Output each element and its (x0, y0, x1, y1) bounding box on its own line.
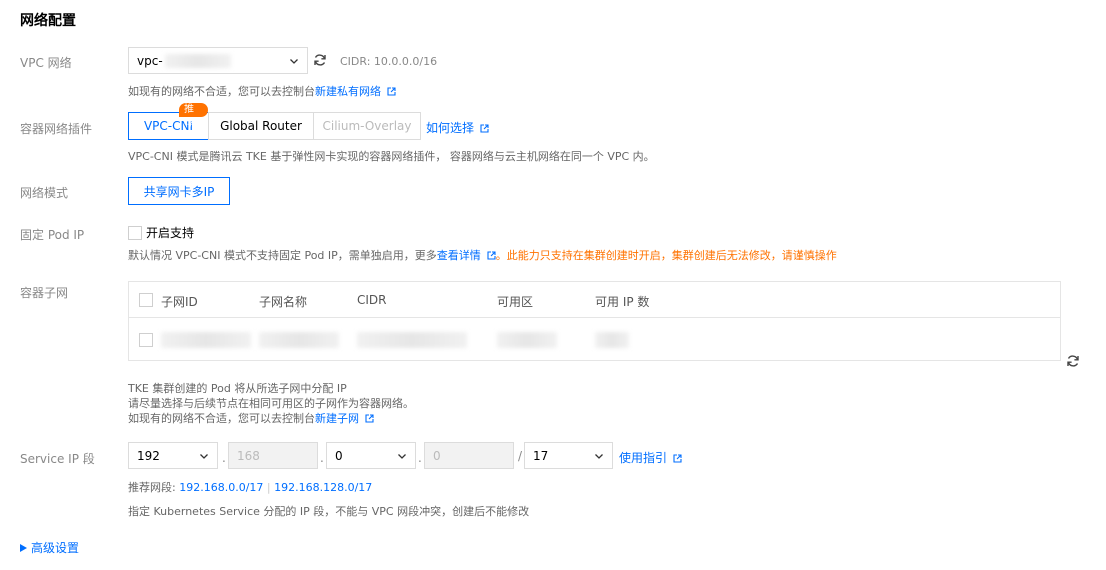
plugin-option-cilium-overlay: Cilium-Overlay (313, 112, 421, 140)
advanced-settings-toggle[interactable]: 高级设置 (20, 539, 79, 556)
plugin-label: 容器网络插件 (20, 122, 93, 136)
external-link-icon (480, 124, 489, 133)
usage-guide-link[interactable]: 使用指引 (619, 451, 667, 465)
mask-separator: / (518, 449, 523, 463)
recommend-ranges: 推荐网段: 192.168.0.0/17 | 192.168.128.0/17 (128, 481, 373, 494)
plugin-description: VPC-CNI 模式是腾讯云 TKE 基于弹性网卡实现的容器网络插件， 容器网络… (128, 150, 655, 163)
external-link-icon (673, 454, 682, 463)
chevron-down-icon (595, 453, 603, 459)
plugin-option-vpc-cni[interactable]: VPC-CNI 推荐 (128, 103, 209, 140)
external-link-icon (487, 251, 496, 260)
service-ip-description: 指定 Kubernetes Service 分配的 IP 段，不能与 VPC 网… (128, 505, 530, 518)
fixed-ip-label: 固定 Pod IP (20, 228, 85, 242)
column-header: 子网名称 (259, 295, 308, 309)
fixed-ip-checkbox-row[interactable]: 开启支持 (128, 224, 194, 241)
section-title: 网络配置 (20, 13, 76, 29)
subnet-zone-redacted (497, 332, 557, 348)
caret-right-icon (20, 543, 27, 552)
advanced-settings-label: 高级设置 (31, 541, 80, 555)
vpc-id-redacted (164, 53, 231, 68)
fixed-ip-checkbox-label: 开启支持 (146, 226, 195, 240)
subnet-cidr-redacted (357, 332, 467, 348)
vpc-hint: 如现有的网络不合适，您可以去控制台新建私有网络 (128, 83, 396, 99)
plugin-option-global-router[interactable]: Global Router (208, 112, 314, 140)
fixed-ip-hint: 默认情况 VPC-CNI 模式不支持固定 Pod IP，需单独启用，更多查看详情… (128, 249, 837, 262)
service-ip-octet2-input: 168 (228, 442, 318, 469)
new-subnet-link[interactable]: 新建子网 (315, 412, 359, 425)
subnet-hint: TKE 集群创建的 Pod 将从所选子网中分配 IP 请尽量选择与后续节点在相同… (128, 382, 414, 425)
subnet-label: 容器子网 (20, 286, 69, 300)
subnet-name-redacted (259, 332, 339, 348)
chevron-down-icon (398, 453, 406, 459)
chevron-down-icon (200, 453, 208, 459)
view-details-link[interactable]: 查看详情 (437, 249, 481, 262)
subnet-table-header: 子网ID 子网名称 CIDR 可用区 可用 IP 数 (129, 282, 1060, 318)
select-all-checkbox[interactable] (139, 293, 153, 307)
mode-label: 网络模式 (20, 186, 69, 200)
service-ip-mask-select[interactable]: 17 (524, 442, 613, 469)
vpc-label: VPC 网络 (20, 56, 72, 70)
subnet-id-redacted (161, 332, 251, 348)
vpc-select-value: vpc- (137, 53, 163, 68)
refresh-icon[interactable] (313, 53, 327, 67)
refresh-icon[interactable] (1066, 354, 1080, 368)
subnet-ip-count-redacted (595, 332, 629, 348)
ip-separator: . (222, 451, 226, 465)
service-ip-octet3-select[interactable]: 0 (326, 442, 416, 469)
external-link-icon (387, 87, 396, 96)
plugin-help: 如何选择 (426, 119, 489, 136)
recommend-range-link[interactable]: 192.168.0.0/17 (179, 481, 263, 494)
ip-separator: . (418, 451, 422, 465)
how-to-choose-link[interactable]: 如何选择 (426, 121, 474, 135)
new-vpc-link[interactable]: 新建私有网络 (315, 85, 381, 98)
external-link-icon (365, 414, 374, 423)
service-ip-octet4-input: 0 (424, 442, 514, 469)
chevron-down-icon (290, 58, 298, 64)
row-checkbox[interactable] (139, 333, 153, 347)
column-header: CIDR (357, 293, 387, 307)
fixed-ip-warning: 。此能力只支持在集群创建时开启，集群创建后无法修改，请谨慎操作 (495, 249, 837, 262)
ip-separator: . (320, 451, 324, 465)
column-header: 可用区 (497, 295, 534, 309)
service-ip-octet1-select[interactable]: 192 (128, 442, 218, 469)
recommend-range-link[interactable]: 192.168.128.0/17 (274, 481, 372, 494)
service-ip-guide: 使用指引 (619, 449, 682, 466)
recommend-badge: 推荐 (179, 103, 208, 129)
vpc-select[interactable]: vpc- (128, 47, 308, 74)
fixed-ip-checkbox[interactable] (128, 225, 142, 240)
plugin-segmented-control: VPC-CNI 推荐 Global Router Cilium-Overlay (128, 103, 421, 140)
table-row[interactable] (129, 319, 1060, 360)
column-header: 子网ID (161, 295, 198, 309)
network-mode-option[interactable]: 共享网卡多IP (128, 177, 230, 205)
column-header: 可用 IP 数 (595, 295, 650, 309)
vpc-cidr-text: CIDR: 10.0.0.0/16 (340, 55, 438, 68)
subnet-table: 子网ID 子网名称 CIDR 可用区 可用 IP 数 (128, 281, 1061, 361)
service-ip-label: Service IP 段 (20, 452, 95, 466)
